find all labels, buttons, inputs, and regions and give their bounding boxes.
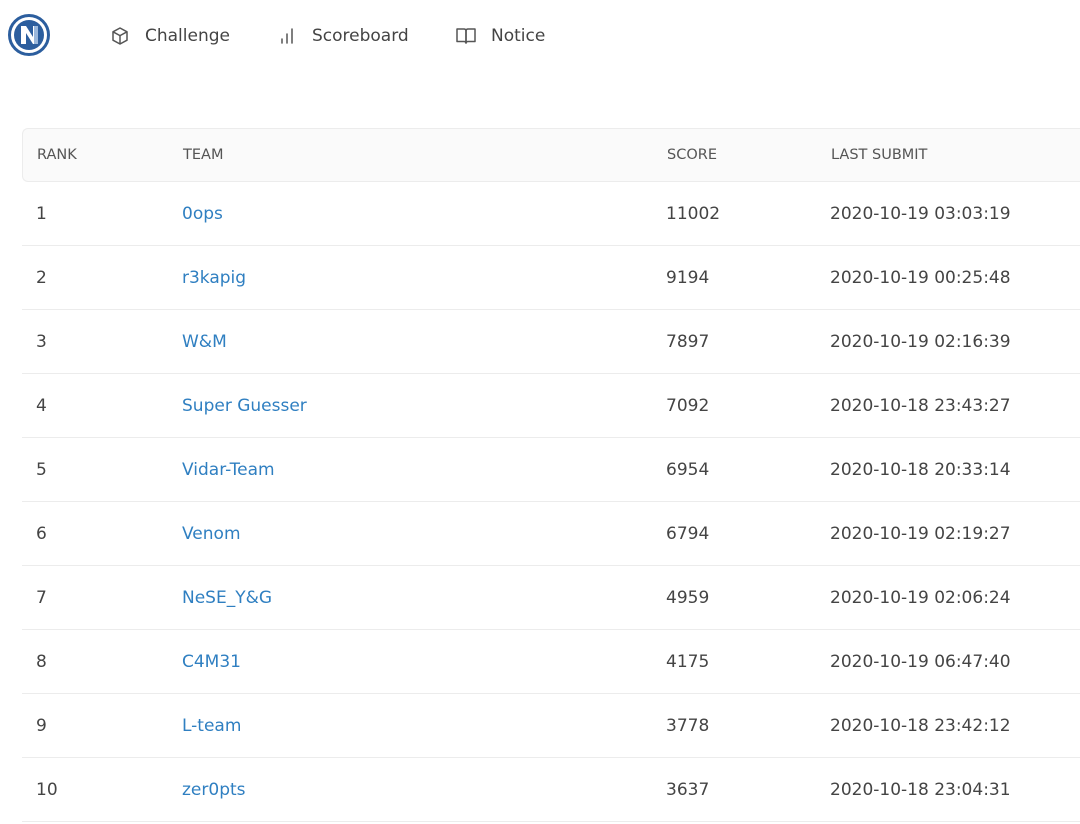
last-submit-cell: 2020-10-18 23:43:27 xyxy=(830,395,1011,416)
header-team: TEAM xyxy=(183,147,224,163)
team-link[interactable]: r3kapig xyxy=(182,246,246,309)
table-row: 9 L-team 3778 2020-10-18 23:42:12 xyxy=(22,694,1080,758)
nav-notice-label: Notice xyxy=(491,26,546,46)
nav-scoreboard-label: Scoreboard xyxy=(312,26,409,46)
scoreboard-table: RANK TEAM SCORE LAST SUBMIT 1 0ops 11002… xyxy=(22,128,1080,822)
last-submit-cell: 2020-10-18 23:04:31 xyxy=(830,779,1011,800)
score-cell: 7897 xyxy=(666,331,710,352)
score-cell: 7092 xyxy=(666,395,710,416)
last-submit-cell: 2020-10-19 02:16:39 xyxy=(830,331,1011,352)
table-row: 5 Vidar-Team 6954 2020-10-18 20:33:14 xyxy=(22,438,1080,502)
table-header: RANK TEAM SCORE LAST SUBMIT xyxy=(22,128,1080,182)
table-row: 1 0ops 11002 2020-10-19 03:03:19 xyxy=(22,182,1080,246)
rank-cell: 4 xyxy=(36,395,47,416)
nav-notice[interactable]: Notice xyxy=(455,22,545,50)
rank-cell: 8 xyxy=(36,651,47,672)
site-logo-icon[interactable] xyxy=(7,13,51,57)
last-submit-cell: 2020-10-19 00:25:48 xyxy=(830,267,1011,288)
table-row: 3 W&M 7897 2020-10-19 02:16:39 xyxy=(22,310,1080,374)
rank-cell: 5 xyxy=(36,459,47,480)
score-cell: 3637 xyxy=(666,779,710,800)
rank-cell: 7 xyxy=(36,587,47,608)
last-submit-cell: 2020-10-19 06:47:40 xyxy=(830,651,1011,672)
team-link[interactable]: NeSE_Y&G xyxy=(182,566,272,629)
rank-cell: 6 xyxy=(36,523,47,544)
team-link[interactable]: C4M31 xyxy=(182,630,241,693)
team-link[interactable]: Super Guesser xyxy=(182,374,307,437)
team-link[interactable]: zer0pts xyxy=(182,758,246,821)
cube-icon xyxy=(109,25,131,47)
table-row: 2 r3kapig 9194 2020-10-19 00:25:48 xyxy=(22,246,1080,310)
rank-cell: 3 xyxy=(36,331,47,352)
rank-cell: 1 xyxy=(36,203,47,224)
score-cell: 3778 xyxy=(666,715,710,736)
score-cell: 9194 xyxy=(666,267,710,288)
last-submit-cell: 2020-10-19 02:06:24 xyxy=(830,587,1011,608)
table-row: 7 NeSE_Y&G 4959 2020-10-19 02:06:24 xyxy=(22,566,1080,630)
last-submit-cell: 2020-10-19 03:03:19 xyxy=(830,203,1011,224)
last-submit-cell: 2020-10-19 02:19:27 xyxy=(830,523,1011,544)
table-row: 4 Super Guesser 7092 2020-10-18 23:43:27 xyxy=(22,374,1080,438)
table-row: 6 Venom 6794 2020-10-19 02:19:27 xyxy=(22,502,1080,566)
team-link[interactable]: Vidar-Team xyxy=(182,438,275,501)
nav-scoreboard[interactable]: Scoreboard xyxy=(276,22,409,50)
score-cell: 6954 xyxy=(666,459,710,480)
score-cell: 4175 xyxy=(666,651,710,672)
team-link[interactable]: 0ops xyxy=(182,182,223,245)
team-link[interactable]: L-team xyxy=(182,694,241,757)
team-link[interactable]: Venom xyxy=(182,502,241,565)
team-link[interactable]: W&M xyxy=(182,310,227,373)
nav-challenge[interactable]: Challenge xyxy=(109,22,230,50)
rank-cell: 9 xyxy=(36,715,47,736)
score-cell: 11002 xyxy=(666,203,721,224)
last-submit-cell: 2020-10-18 20:33:14 xyxy=(830,459,1011,480)
table-row: 8 C4M31 4175 2020-10-19 06:47:40 xyxy=(22,630,1080,694)
nav-challenge-label: Challenge xyxy=(145,26,230,46)
score-cell: 4959 xyxy=(666,587,710,608)
bar-chart-icon xyxy=(276,25,298,47)
header-score: SCORE xyxy=(667,147,717,163)
score-cell: 6794 xyxy=(666,523,710,544)
header-last-submit: LAST SUBMIT xyxy=(831,147,928,163)
rank-cell: 10 xyxy=(36,779,58,800)
book-icon xyxy=(455,25,477,47)
rank-cell: 2 xyxy=(36,267,47,288)
header-rank: RANK xyxy=(37,147,77,163)
top-navigation: Challenge Scoreboard Notice xyxy=(0,0,1080,72)
last-submit-cell: 2020-10-18 23:42:12 xyxy=(830,715,1011,736)
table-row: 10 zer0pts 3637 2020-10-18 23:04:31 xyxy=(22,758,1080,822)
